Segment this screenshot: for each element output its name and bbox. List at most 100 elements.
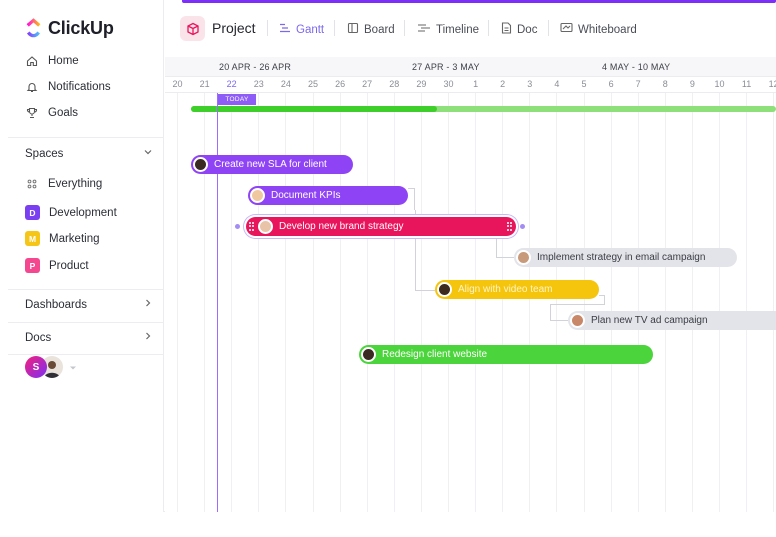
day-label: 2 (500, 79, 506, 89)
task-label: Implement strategy in email campaign (537, 252, 706, 263)
day-label: 7 (635, 79, 641, 89)
day-gridline (610, 93, 612, 512)
space-badge: M (25, 231, 40, 246)
tab-divider (267, 20, 268, 36)
drag-handle[interactable] (520, 224, 525, 229)
space-badge: P (25, 258, 40, 273)
tab-doc[interactable]: Doc (501, 22, 537, 37)
task-bar[interactable]: Implement strategy in email campaign (514, 248, 737, 267)
task-bar-selected[interactable]: Develop new brand strategy (246, 217, 516, 236)
week-label: 4 MAY - 10 MAY (602, 62, 671, 72)
caret-down-icon[interactable] (69, 358, 77, 376)
sidebar-divider (8, 322, 164, 323)
space-everything-label: Everything (48, 178, 103, 190)
nav-notifications-label: Notifications (48, 81, 111, 93)
space-everything[interactable]: Everything (25, 177, 102, 191)
day-label: 1 (473, 79, 479, 89)
docs-item[interactable]: Docs (25, 331, 153, 344)
day-gridline (637, 93, 639, 512)
gantt-chart: 20 APR - 26 APR 27 APR - 3 MAY 4 MAY - 1… (165, 57, 776, 512)
day-label: 3 (527, 79, 533, 89)
tab-divider (488, 20, 489, 36)
space-development[interactable]: D Development (25, 205, 117, 220)
day-gridline (719, 93, 720, 512)
day-label: 4 (554, 79, 560, 89)
day-label: 25 (307, 79, 318, 89)
space-product[interactable]: P Product (25, 258, 89, 273)
avatar (570, 313, 585, 328)
home-icon (25, 54, 39, 68)
task-label: Plan new TV ad campaign (591, 315, 708, 326)
user-switcher[interactable]: S (25, 356, 77, 378)
drag-handle[interactable] (235, 224, 240, 229)
day-gridline (448, 93, 449, 512)
tab-timeline[interactable]: Timeline (417, 22, 479, 37)
day-label: 9 (689, 79, 695, 89)
nav-notifications[interactable]: Notifications (25, 80, 111, 94)
day-label: 26 (335, 79, 346, 89)
day-label: 20 (172, 79, 183, 89)
tab-board[interactable]: Board (347, 22, 395, 37)
task-bar[interactable]: Plan new TV ad campaign (568, 311, 776, 330)
project-icon (180, 16, 205, 41)
day-label: 29 (416, 79, 427, 89)
day-gridline (502, 93, 504, 512)
dependency-line (550, 320, 568, 321)
app-logo[interactable]: ClickUp (25, 17, 114, 39)
nav-home-label: Home (48, 55, 79, 67)
sidebar-divider (8, 289, 164, 290)
tab-whiteboard[interactable]: Whiteboard (560, 22, 637, 37)
task-bar[interactable]: Document KPIs (248, 186, 408, 205)
spaces-header[interactable]: Spaces (25, 147, 153, 160)
day-gridline (475, 93, 477, 512)
day-gridline (420, 93, 422, 512)
day-label: 11 (741, 79, 752, 89)
day-label: 28 (389, 79, 400, 89)
tab-timeline-label: Timeline (436, 23, 480, 36)
clickup-logo-icon (25, 17, 42, 39)
day-label: 6 (608, 79, 614, 89)
day-label: 5 (581, 79, 587, 89)
spaces-label: Spaces (25, 147, 64, 160)
grip-icon[interactable] (249, 222, 255, 231)
chevron-down-icon[interactable] (143, 147, 153, 160)
space-marketing[interactable]: M Marketing (25, 231, 100, 246)
day-label: 21 (199, 79, 210, 89)
tab-gantt[interactable]: Gantt (279, 22, 324, 37)
avatar (516, 250, 531, 265)
dependency-line (408, 188, 415, 210)
board-icon (347, 22, 359, 37)
topbar-accent (182, 0, 776, 3)
day-label: 24 (280, 79, 291, 89)
task-label: Document KPIs (271, 190, 341, 201)
grip-icon[interactable] (507, 222, 513, 231)
doc-icon (501, 22, 512, 37)
week-label: 20 APR - 26 APR (219, 62, 292, 72)
tab-divider (404, 20, 405, 36)
avatar (361, 347, 376, 362)
space-development-label: Development (49, 206, 117, 219)
day-label: 22 (226, 79, 237, 89)
nav-home[interactable]: Home (25, 54, 79, 68)
nav-goals[interactable]: Goals (25, 106, 78, 120)
avatar[interactable]: S (25, 356, 47, 378)
progress-fill (191, 106, 437, 112)
day-label: 23 (253, 79, 264, 89)
trophy-icon (25, 106, 39, 120)
task-bar[interactable]: Align with video team (435, 280, 599, 299)
task-bar[interactable]: Create new SLA for client (191, 155, 353, 174)
task-label: Align with video team (458, 284, 553, 295)
dependency-line (496, 237, 497, 257)
space-product-label: Product (49, 259, 89, 272)
day-gridline (556, 93, 558, 512)
timeline-icon (417, 22, 431, 37)
app-name: ClickUp (48, 17, 114, 38)
dashboards-item[interactable]: Dashboards (25, 298, 153, 311)
chevron-right-icon (143, 331, 153, 344)
day-label: 30 (443, 79, 454, 89)
task-label: Redesign client website (382, 349, 488, 360)
day-label: 10 (714, 79, 725, 89)
day-gridline (746, 93, 748, 512)
dependency-line (550, 304, 551, 320)
task-bar[interactable]: Redesign client website (359, 345, 653, 364)
